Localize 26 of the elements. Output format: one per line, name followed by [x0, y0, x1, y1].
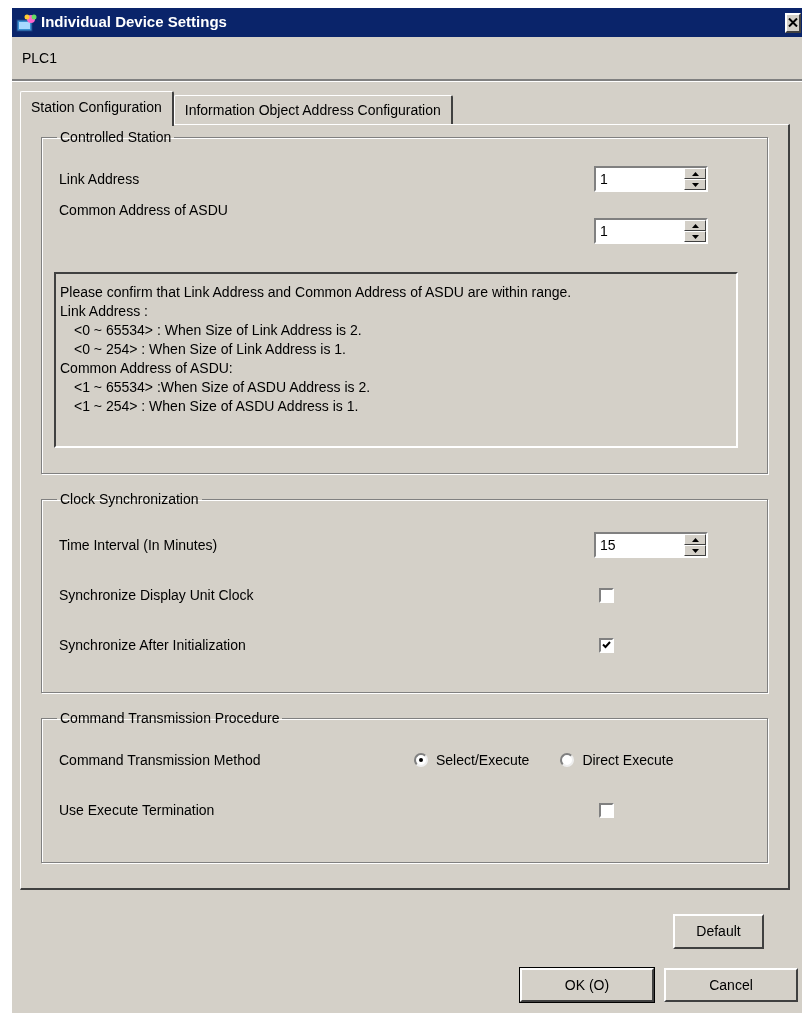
info-text: <1 ~ 65534> :When Size of ASDU Address is 2. [73, 378, 372, 397]
device-name: PLC1 [22, 48, 58, 68]
info-text: <0 ~ 254> : When Size of Link Address is 1. [73, 340, 347, 359]
dialog-button[interactable]: OK (O) [520, 968, 654, 1002]
group-title: Command Transmission Procedure [59, 709, 281, 728]
field-label: Command Transmission Method [59, 750, 262, 770]
field-label: Link Address [59, 169, 141, 189]
field-label: Synchronize After Initialization [59, 635, 247, 655]
info-text: Common Address of ASDU: [60, 359, 234, 378]
field-label: Synchronize Display Unit Clock [59, 585, 255, 605]
field-label: Common Address of ASDU [59, 201, 229, 220]
group-title: Clock Synchronization [59, 490, 200, 509]
tab[interactable]: Information Object Address Configuration [173, 95, 453, 124]
group-title: Controlled Station [59, 128, 173, 147]
info-text: <1 ~ 254> : When Size of ASDU Address is 1. [73, 397, 360, 416]
info-text: Link Address : [60, 302, 149, 321]
field-label: Use Execute Termination [59, 800, 216, 820]
tab[interactable]: Station Configuration [20, 91, 174, 126]
radio-label[interactable]: Direct Execute [582, 749, 674, 771]
info-text: <0 ~ 65534> : When Size of Link Address is 2. [73, 321, 363, 340]
radio-label[interactable]: Select/Execute [436, 749, 530, 771]
dialog-button[interactable]: Cancel [664, 968, 798, 1002]
default-button[interactable]: Default [673, 914, 764, 949]
field-label: Time Interval (In Minutes) [59, 535, 219, 555]
info-text: Please confirm that Link Address and Common Address of ASDU are within range. [60, 283, 573, 302]
window-title: Individual Device Settings [41, 12, 227, 33]
